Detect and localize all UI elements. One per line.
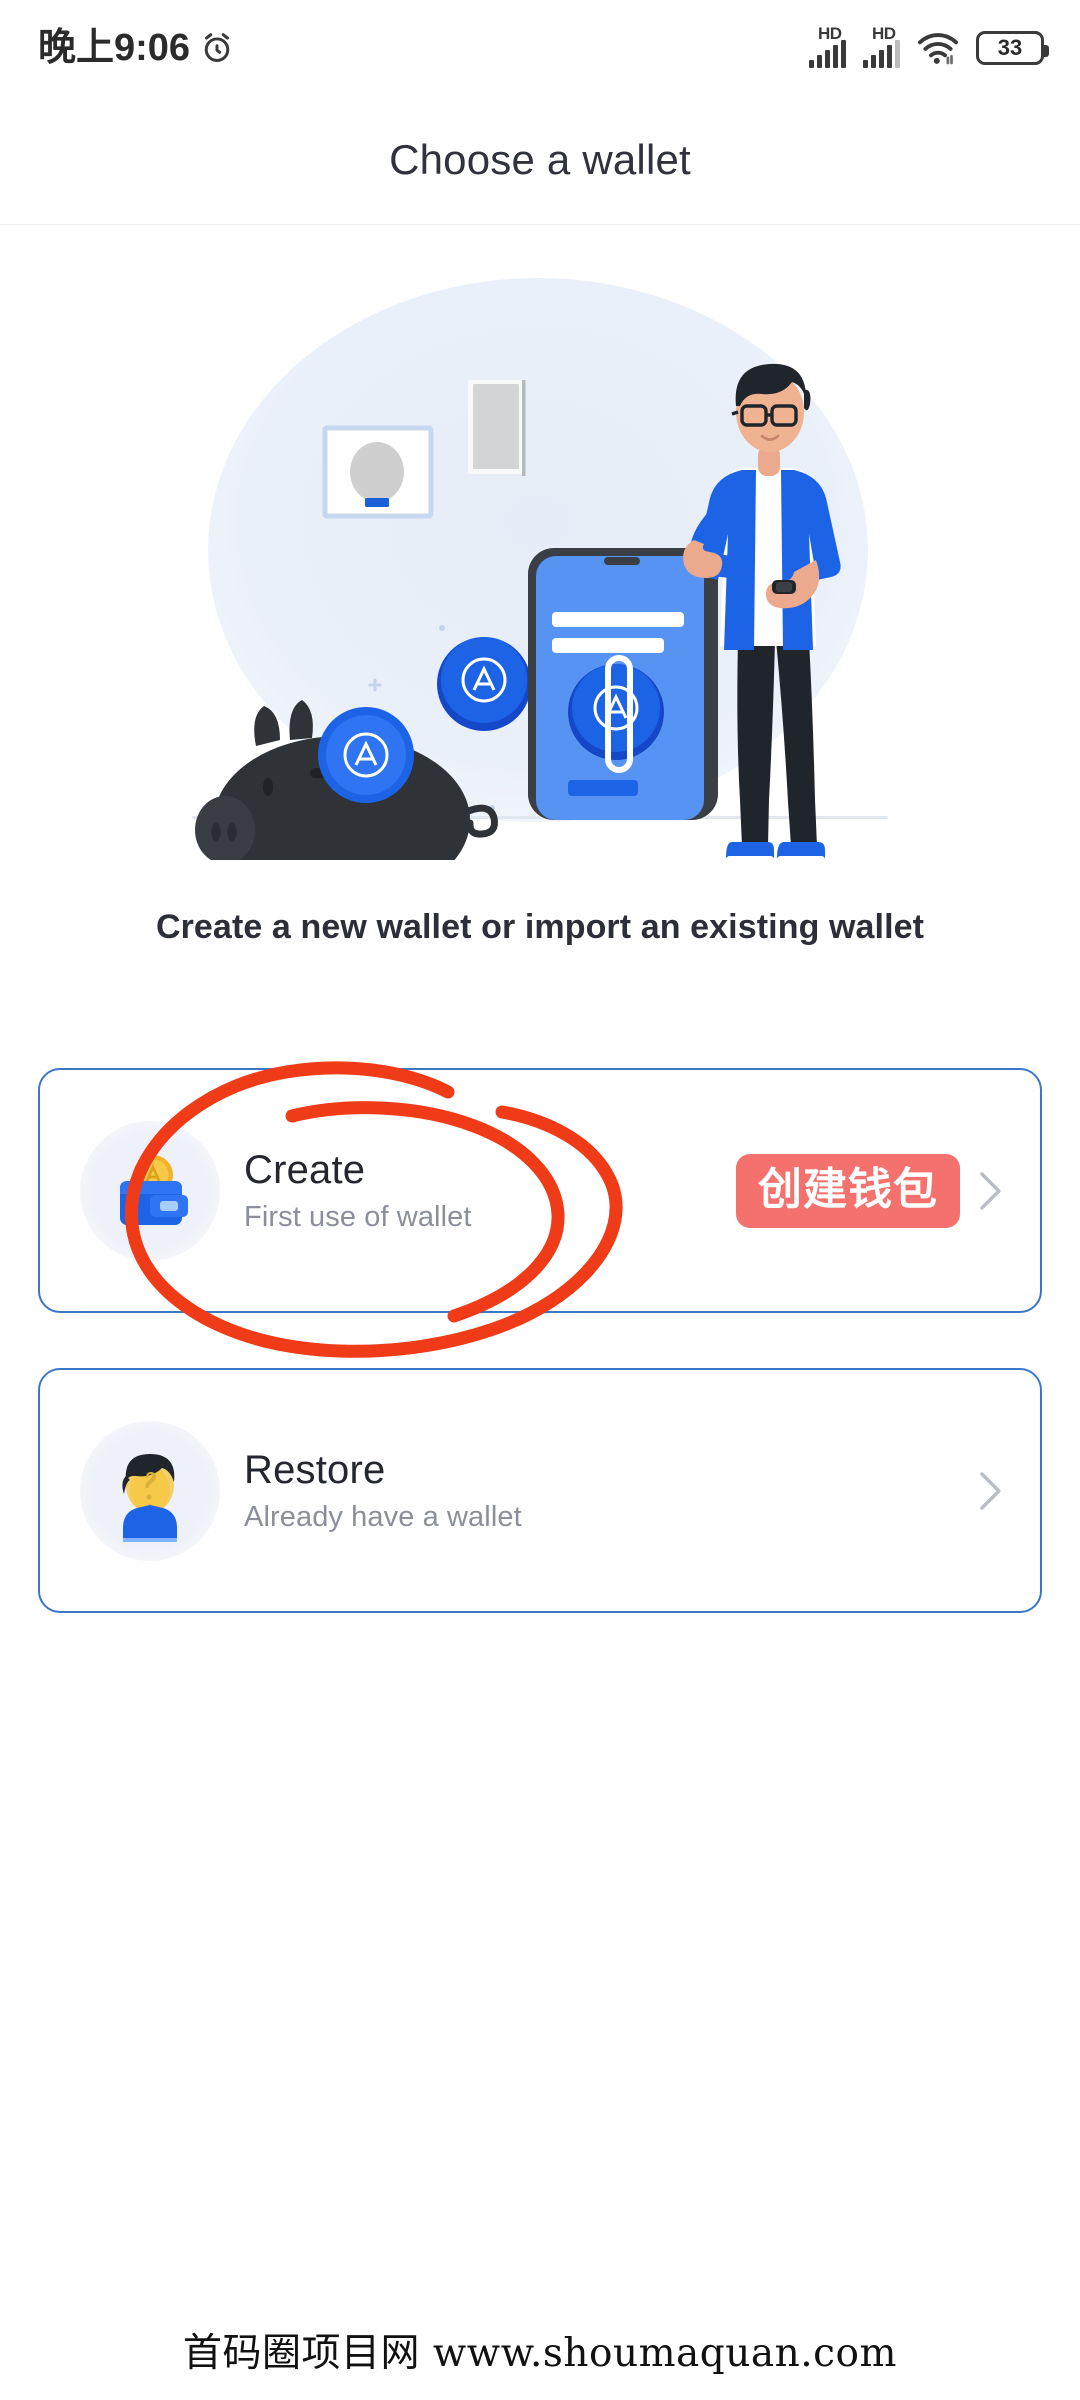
hd-label-sim1: HD	[818, 24, 842, 43]
phone-screen: 晚上9:06 HD HD 33 Choose a wallet Create a…	[0, 0, 1080, 2400]
framed-wall-picture	[322, 425, 434, 519]
smartphone-with-login-screen	[528, 548, 718, 820]
hero-illustration-container	[0, 250, 1080, 870]
create-wallet-badge[interactable]: 创建钱包	[736, 1153, 960, 1228]
create-card-title: Create	[244, 1148, 366, 1192]
person-question-avatar-icon	[80, 1420, 220, 1561]
restore-card-text: Restore Already have a wallet	[244, 1447, 972, 1534]
chevron-right-icon	[980, 1171, 1001, 1210]
status-bar-right: HD HD 33	[809, 24, 1049, 68]
restore-card-subtitle: Already have a wallet	[244, 1501, 522, 1533]
portrait-wall-frame	[468, 380, 526, 476]
status-bar-left: 晚上9:06	[38, 29, 234, 67]
wallet-with-coin-icon	[80, 1120, 220, 1261]
site-watermark: 首码圈项目网 www.shoumaquan.com	[183, 2331, 897, 2376]
create-card-subtitle: First use of wallet	[244, 1201, 472, 1233]
hd-label-sim2: HD	[872, 24, 896, 43]
wallet-option-create[interactable]: Create First use of wallet 创建钱包	[38, 1068, 1042, 1313]
signal-bars-sim2	[863, 40, 900, 68]
create-card-text: Create First use of wallet	[244, 1147, 736, 1234]
status-time: 晚上9:06	[38, 27, 191, 69]
coin-in-slot	[318, 707, 414, 803]
status-bar: 晚上9:06 HD HD 33	[0, 0, 1080, 96]
chevron-right-icon	[980, 1471, 1001, 1510]
signal-icon-sim1: HD	[809, 24, 846, 68]
app-header: Choose a wallet	[0, 96, 1080, 225]
wallet-option-restore[interactable]: Restore Already have a wallet	[38, 1368, 1042, 1613]
wifi-icon	[917, 31, 959, 65]
signal-icon-sim2: HD	[863, 24, 900, 68]
signal-bars-sim1	[809, 40, 846, 68]
wallet-onboarding-illustration	[192, 278, 888, 860]
page-subtitle: Create a new wallet or import an existin…	[155, 908, 925, 946]
battery-level-label: 33	[997, 35, 1023, 60]
alarm-clock-icon	[200, 31, 234, 65]
restore-card-title: Restore	[244, 1448, 386, 1492]
battery-icon: 33	[976, 31, 1049, 65]
floating-coin	[437, 637, 531, 731]
page-title: Choose a wallet	[389, 136, 691, 183]
